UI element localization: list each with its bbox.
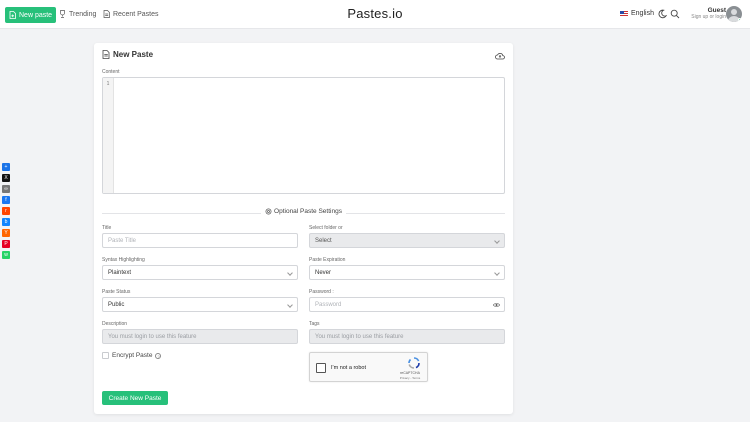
description-label: Description <box>102 321 128 327</box>
expiration-select-value: Never <box>315 269 332 276</box>
status-label: Paste Status <box>102 289 131 295</box>
title-label: Title <box>102 225 112 231</box>
optional-settings-heading: Optional Paste Settings <box>102 208 505 218</box>
password-placeholder: Password <box>315 301 342 308</box>
password-input[interactable]: Password <box>309 297 505 312</box>
guest-name: Guest <box>707 7 726 14</box>
cloud-upload-icon[interactable] <box>495 52 505 60</box>
password-label: Password : <box>309 289 334 295</box>
x-icon[interactable]: X <box>2 174 10 182</box>
chevron-down-icon <box>494 270 500 276</box>
expiration-select[interactable]: Never <box>309 265 505 280</box>
reddit-icon[interactable]: r <box>2 207 10 215</box>
top-navbar: New paste Trending Recent Pastes Pastes.… <box>0 0 750 29</box>
help-icon[interactable]: ? <box>155 352 162 359</box>
avatar[interactable] <box>726 6 742 22</box>
chevron-down-icon <box>287 270 293 276</box>
tags-input: You must login to use this feature <box>309 329 505 344</box>
hackernews-icon[interactable]: Y <box>2 229 10 237</box>
content-editor[interactable]: 1 <box>102 77 505 194</box>
social-share-bar: + X ∞ f r b Y P w <box>2 163 10 259</box>
online-status-dot <box>738 18 742 22</box>
moon-icon[interactable] <box>657 9 667 19</box>
syntax-select[interactable]: Plaintext <box>102 265 298 280</box>
bluesky-icon[interactable]: b <box>2 218 10 226</box>
tags-label: Tags <box>309 321 320 327</box>
folder-select: Select <box>309 233 505 248</box>
us-flag-icon <box>620 10 628 17</box>
guest-subtext: Sign up or login <box>691 14 726 20</box>
language-selector[interactable]: English <box>620 10 654 17</box>
recaptcha-logo-icon <box>408 357 420 369</box>
status-select[interactable]: Public <box>102 297 298 312</box>
share-icon[interactable]: + <box>2 163 10 171</box>
syntax-label: Syntax Highlighting <box>102 257 145 263</box>
chevron-down-icon <box>287 302 293 308</box>
content-label: Content <box>102 69 120 75</box>
chevron-down-icon <box>494 238 500 244</box>
recaptcha-widget: I'm not a robot reCAPTCHA Privacy - Term… <box>309 352 428 382</box>
expiration-label: Paste Expiration <box>309 257 346 263</box>
captcha-text: I'm not a robot <box>331 365 366 371</box>
link-icon[interactable]: ∞ <box>2 185 10 193</box>
language-label: English <box>631 10 654 17</box>
user-menu[interactable]: Guest Sign up or login <box>691 7 726 20</box>
description-input: You must login to use this feature <box>102 329 298 344</box>
folder-label: Select folder or <box>309 225 343 231</box>
new-paste-card: New Paste Content 1 Optional Paste Setti… <box>94 43 513 414</box>
gear-icon <box>265 208 272 215</box>
status-select-value: Public <box>108 301 125 308</box>
card-title: New Paste <box>102 50 153 59</box>
encrypt-label: Encrypt Paste <box>112 352 153 359</box>
settings-heading-text: Optional Paste Settings <box>274 208 342 215</box>
syntax-select-value: Plaintext <box>108 269 132 276</box>
create-paste-button[interactable]: Create New Paste <box>102 391 168 405</box>
captcha-checkbox[interactable] <box>316 363 326 373</box>
captcha-brand: reCAPTCHA <box>400 371 420 375</box>
facebook-icon[interactable]: f <box>2 196 10 204</box>
document-icon <box>102 50 110 59</box>
title-input[interactable]: Paste Title <box>102 233 298 248</box>
card-title-text: New Paste <box>113 50 154 59</box>
pinterest-icon[interactable]: P <box>2 240 10 248</box>
whatsapp-icon[interactable]: w <box>2 251 10 259</box>
captcha-links[interactable]: Privacy - Terms <box>397 376 423 380</box>
eye-icon[interactable] <box>493 302 500 308</box>
encrypt-checkbox[interactable] <box>102 352 109 359</box>
line-number: 1 <box>103 78 114 193</box>
folder-select-value: Select <box>315 237 332 244</box>
encrypt-option[interactable]: Encrypt Paste ? <box>102 352 162 359</box>
search-icon[interactable] <box>670 9 680 19</box>
